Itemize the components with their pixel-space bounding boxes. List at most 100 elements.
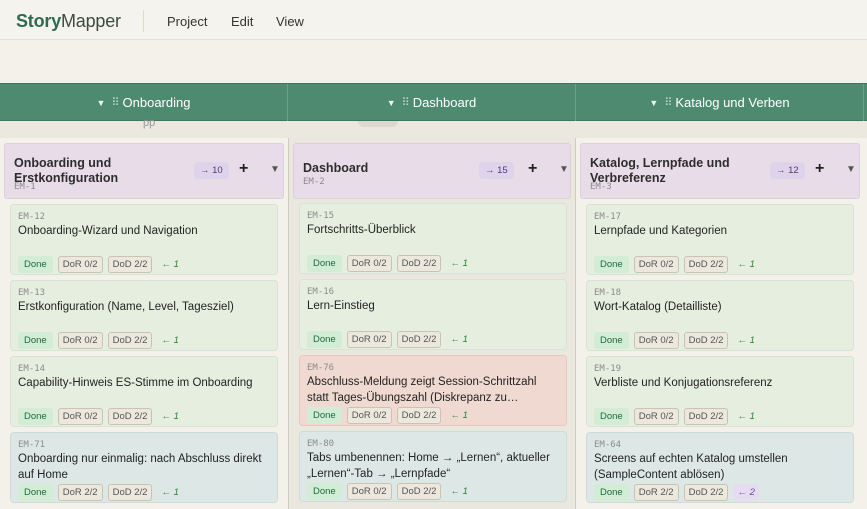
dod-badge: DoD 2/2 — [396, 255, 442, 272]
story-card[interactable]: EM-76 Abschluss-Meldung zeigt Session-Sc… — [299, 355, 567, 426]
caret-down-icon[interactable]: ▼ — [270, 164, 280, 175]
status-badge: Done — [594, 408, 629, 425]
menu-project[interactable]: Project — [167, 14, 207, 29]
menu-edit[interactable]: Edit — [231, 14, 253, 29]
story-card[interactable]: EM-80 Tabs umbenennen: Home → „Lernen“, … — [299, 431, 567, 502]
dor-badge: DoR 0/2 — [633, 332, 679, 349]
story-title: Onboarding nur einmalig: nach Abschluss … — [18, 453, 262, 481]
story-card[interactable]: EM-14 Capability-Hinweis ES-Stimme im On… — [10, 356, 278, 427]
dor-badge: DoR 0/2 — [57, 408, 103, 425]
menu-view[interactable]: View — [276, 14, 304, 29]
story-id: EM-15 — [307, 211, 335, 221]
caret-down-icon[interactable]: ▼ — [649, 98, 658, 108]
dor-badge: DoR 2/2 — [633, 484, 679, 501]
story-card[interactable]: EM-12 Onboarding-Wizard und Navigation D… — [10, 204, 278, 275]
dependency-badge[interactable]: ← 1 — [733, 332, 758, 349]
caret-down-icon[interactable]: ▼ — [387, 98, 396, 108]
epic-dashboard[interactable]: ▼ ⠿ Dashboard — [288, 84, 576, 121]
story-id: EM-16 — [307, 287, 335, 297]
status-badge: Done — [307, 483, 342, 500]
story-card[interactable]: EM-71 Onboarding nur einmalig: nach Absc… — [10, 432, 278, 503]
logo-light: Mapper — [61, 11, 121, 31]
plus-icon[interactable]: + — [528, 160, 537, 178]
dor-badge: DoR 0/2 — [346, 255, 392, 272]
caret-down-icon[interactable]: ▼ — [97, 98, 106, 108]
story-title: Wort-Katalog (Detailliste) — [594, 301, 722, 313]
story-title: Lern-Einstieg — [307, 300, 375, 312]
dependency-badge[interactable]: ← 1 — [446, 255, 471, 272]
story-title: Abschluss-Meldung zeigt Session-Schrittz… — [307, 376, 537, 404]
feature-header[interactable]: Dashboard EM-2 → 15 + ▼ — [293, 143, 571, 199]
story-card[interactable]: EM-13 Erstkonfiguration (Name, Level, Ta… — [10, 280, 278, 351]
drag-handle-icon[interactable]: ⠿ — [402, 96, 410, 109]
story-id: EM-76 — [307, 363, 335, 373]
feature-title: Katalog, Lernpfade und Verbreferenz — [590, 156, 730, 185]
app-logo[interactable]: StoryMapper — [16, 11, 121, 32]
dependency-badge[interactable]: ← 1 — [157, 484, 182, 501]
status-badge: Done — [18, 484, 53, 501]
dor-badge: DoR 0/2 — [346, 331, 392, 348]
story-id: EM-71 — [18, 440, 46, 450]
dependency-badge[interactable]: ← 1 — [446, 407, 471, 424]
scroll-handle[interactable] — [358, 121, 398, 127]
caret-down-icon[interactable]: ▼ — [559, 164, 569, 175]
dependency-badge[interactable]: ← 1 — [733, 256, 758, 273]
dor-badge: DoR 0/2 — [346, 483, 392, 500]
dependency-badge[interactable]: ← 1 — [733, 408, 758, 425]
caret-down-icon[interactable]: ▼ — [846, 164, 856, 175]
dod-badge: DoD 2/2 — [396, 407, 442, 424]
story-id: EM-13 — [18, 288, 46, 298]
story-card[interactable]: EM-18 Wort-Katalog (Detailliste) Done Do… — [586, 280, 854, 351]
story-title: Onboarding-Wizard und Navigation — [18, 225, 198, 237]
story-id: EM-18 — [594, 288, 622, 298]
dod-badge: DoD 2/2 — [683, 408, 729, 425]
feature-id: EM-1 — [14, 182, 36, 192]
story-card[interactable]: EM-64 Screens auf echten Katalog umstell… — [586, 432, 854, 503]
epic-onboarding[interactable]: ▼ ⠿ Onboarding — [0, 84, 288, 121]
story-id: EM-14 — [18, 364, 46, 374]
story-count-badge[interactable]: → 12 — [770, 162, 805, 179]
status-badge: Done — [18, 332, 53, 349]
dependency-badge[interactable]: ← 2 — [733, 484, 759, 501]
feature-title: Dashboard — [303, 161, 369, 175]
clipped-text: pp — [143, 117, 156, 129]
dod-badge: DoD 2/2 — [683, 332, 729, 349]
feature-id: EM-2 — [303, 177, 325, 187]
logo-divider — [143, 10, 144, 32]
story-count-badge[interactable]: → 10 — [194, 162, 229, 179]
dor-badge: DoR 0/2 — [633, 256, 679, 273]
status-badge: Done — [18, 408, 53, 425]
story-card[interactable]: EM-17 Lernpfade und Kategorien Done DoR … — [586, 204, 854, 275]
dod-badge: DoD 2/2 — [107, 332, 153, 349]
story-card[interactable]: EM-15 Fortschritts-Überblick Done DoR 0/… — [299, 203, 567, 274]
story-title: Tabs umbenennen: Home → „Lernen“, aktuel… — [307, 452, 550, 480]
feature-header[interactable]: Onboarding und Erstkonfiguration EM-1 → … — [4, 143, 284, 199]
feature-id: EM-3 — [590, 182, 612, 192]
story-count-badge[interactable]: → 15 — [479, 162, 514, 179]
plus-icon[interactable]: + — [239, 160, 248, 178]
epic-katalog[interactable]: ▼ ⠿ Katalog und Verben — [576, 84, 864, 121]
dependency-badge[interactable]: ← 1 — [157, 256, 182, 273]
drag-handle-icon[interactable]: ⠿ — [664, 96, 672, 109]
plus-icon[interactable]: + — [815, 160, 824, 178]
logo-bold: Story — [16, 11, 62, 31]
dependency-badge[interactable]: ← 1 — [446, 483, 471, 500]
story-id: EM-17 — [594, 212, 622, 222]
status-badge: Done — [594, 256, 629, 273]
dod-badge: DoD 2/2 — [107, 256, 153, 273]
dod-badge: DoD 2/2 — [396, 483, 442, 500]
story-title: Erstkonfiguration (Name, Level, Tageszie… — [18, 301, 234, 313]
dod-badge: DoD 2/2 — [683, 484, 729, 501]
dor-badge: DoR 0/2 — [346, 407, 392, 424]
dod-badge: DoD 2/2 — [107, 484, 153, 501]
dependency-badge[interactable]: ← 1 — [157, 408, 182, 425]
dependency-badge[interactable]: ← 1 — [446, 331, 471, 348]
drag-handle-icon[interactable]: ⠿ — [111, 96, 119, 109]
toolbar-area — [0, 40, 867, 83]
dependency-badge[interactable]: ← 1 — [157, 332, 182, 349]
story-id: EM-12 — [18, 212, 46, 222]
story-card[interactable]: EM-16 Lern-Einstieg Done DoR 0/2 DoD 2/2… — [299, 279, 567, 350]
feature-header[interactable]: Katalog, Lernpfade und Verbreferenz EM-3… — [580, 143, 860, 199]
dor-badge: DoR 2/2 — [57, 484, 103, 501]
story-card[interactable]: EM-19 Verbliste und Konjugationsreferenz… — [586, 356, 854, 427]
